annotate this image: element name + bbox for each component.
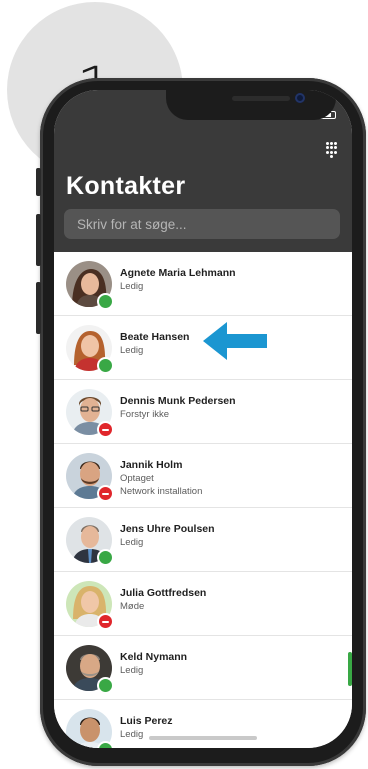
contact-row[interactable]: Agnete Maria Lehmann Ledig xyxy=(54,252,352,316)
contact-name: Julia Gottfredsen xyxy=(120,587,207,599)
presence-available-icon xyxy=(97,293,114,310)
contact-row[interactable]: Jens Uhre Poulsen Ledig xyxy=(54,508,352,572)
contact-status: Ledig xyxy=(120,729,144,740)
contact-note: Network installation xyxy=(120,486,203,497)
volume-down-button xyxy=(36,282,41,334)
phone-screen: Kontakter Agnete Maria Lehmann Ledig Bea… xyxy=(54,90,352,748)
contact-row[interactable]: Luis Perez Ledig xyxy=(54,700,352,748)
contact-name: Agnete Maria Lehmann xyxy=(120,267,236,279)
contact-name: Luis Perez xyxy=(120,715,173,727)
avatar xyxy=(66,453,114,502)
search-input[interactable] xyxy=(64,209,340,239)
home-indicator[interactable] xyxy=(149,736,257,740)
presence-busy-icon xyxy=(97,485,114,502)
presence-available-icon xyxy=(97,357,114,374)
presence-available-icon xyxy=(97,549,114,566)
avatar xyxy=(66,389,114,438)
avatar xyxy=(66,261,114,310)
page-title: Kontakter xyxy=(66,172,186,200)
volume-up-button xyxy=(36,214,41,266)
avatar xyxy=(66,517,114,566)
contact-row[interactable]: Jannik Holm Optaget Network installation xyxy=(54,444,352,508)
avatar xyxy=(66,581,114,630)
speaker-grille xyxy=(232,96,290,101)
contact-status: Forstyr ikke xyxy=(120,409,170,420)
presence-available-icon xyxy=(97,677,114,694)
presence-available-icon xyxy=(97,741,114,748)
pointer-arrow-icon xyxy=(203,322,267,360)
avatar xyxy=(66,645,114,694)
contact-status: Ledig xyxy=(120,345,144,356)
contact-status: Optaget xyxy=(120,473,154,484)
contact-status: Ledig xyxy=(120,665,144,676)
contact-name: Beate Hansen xyxy=(120,331,190,343)
contact-name: Jannik Holm xyxy=(120,459,183,471)
contact-name: Keld Nymann xyxy=(120,651,188,663)
contact-row[interactable]: Keld Nymann Ledig xyxy=(54,636,352,700)
contact-row[interactable]: Julia Gottfredsen Møde xyxy=(54,572,352,636)
presence-busy-icon xyxy=(97,613,114,630)
scroll-indicator[interactable] xyxy=(348,652,352,686)
contact-name: Jens Uhre Poulsen xyxy=(120,523,215,535)
contact-row[interactable]: Dennis Munk Pedersen Forstyr ikke xyxy=(54,380,352,444)
dialpad-icon[interactable] xyxy=(326,142,338,158)
avatar xyxy=(66,325,114,374)
contact-status: Ledig xyxy=(120,281,144,292)
contact-status: Møde xyxy=(120,601,145,612)
front-camera xyxy=(295,93,305,103)
contact-name: Dennis Munk Pedersen xyxy=(120,395,236,407)
mute-switch xyxy=(36,168,41,196)
avatar xyxy=(66,709,114,748)
phone-notch xyxy=(166,90,336,120)
contact-status: Ledig xyxy=(120,537,144,548)
presence-busy-icon xyxy=(97,421,114,438)
